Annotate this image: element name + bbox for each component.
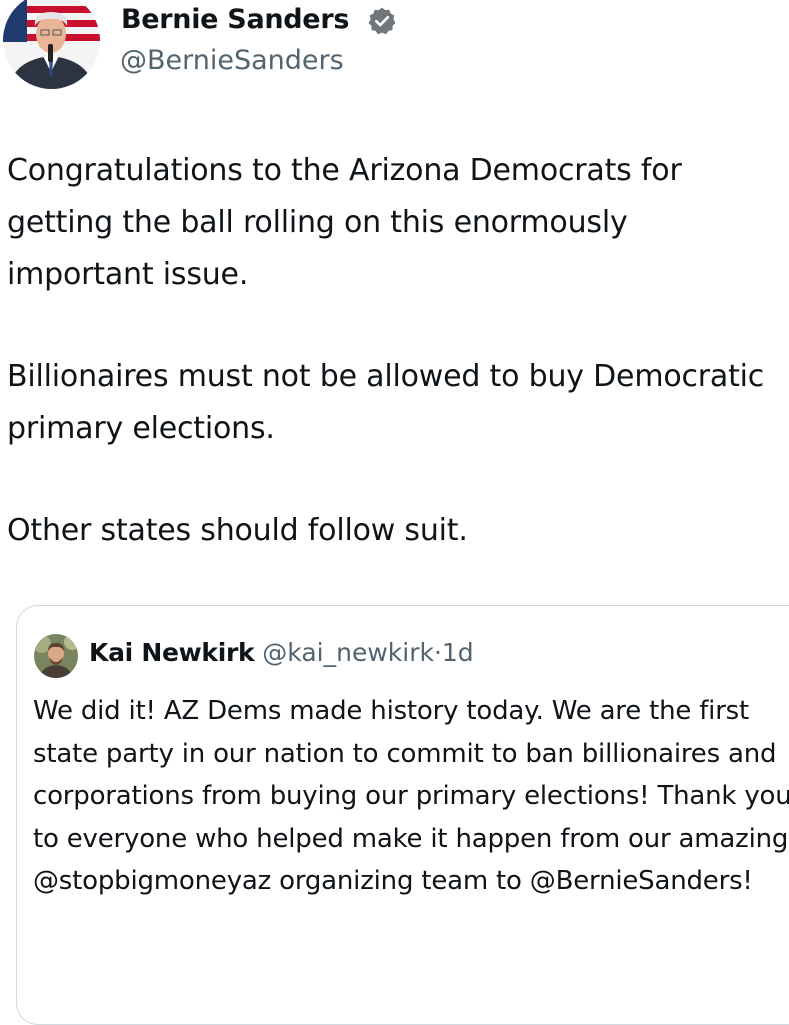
quote-header: Kai Newkirk @kai_newkirk·1d <box>89 637 474 669</box>
quote-author-handle[interactable]: @kai_newkirk <box>262 638 434 667</box>
tweet-paragraph: Other states should follow suit. <box>7 513 468 548</box>
author-avatar-image <box>3 0 100 89</box>
author-handle[interactable]: @BernieSanders <box>120 45 344 76</box>
quote-text: We did it! AZ Dems made history today. W… <box>33 696 789 896</box>
author-name[interactable]: Bernie Sanders <box>121 4 349 35</box>
tweet-header: Bernie Sanders @BernieSanders <box>0 0 789 100</box>
tweet-paragraph: Congratulations to the Arizona Democrats… <box>7 153 682 292</box>
quoted-tweet-card[interactable]: Kai Newkirk @kai_newkirk·1d We did it! A… <box>16 605 789 1025</box>
quote-author-name[interactable]: Kai Newkirk <box>89 638 255 667</box>
quote-author-avatar[interactable] <box>34 634 78 678</box>
quote-separator: · <box>433 638 442 667</box>
tweet-text: Congratulations to the Arizona Democrats… <box>7 145 782 607</box>
quote-author-avatar-image <box>34 634 78 678</box>
tweet-paragraph: Billionaires must not be allowed to buy … <box>7 359 765 446</box>
quote-timestamp[interactable]: 1d <box>442 638 474 667</box>
verified-badge-icon <box>368 7 396 35</box>
author-avatar[interactable] <box>3 0 100 89</box>
